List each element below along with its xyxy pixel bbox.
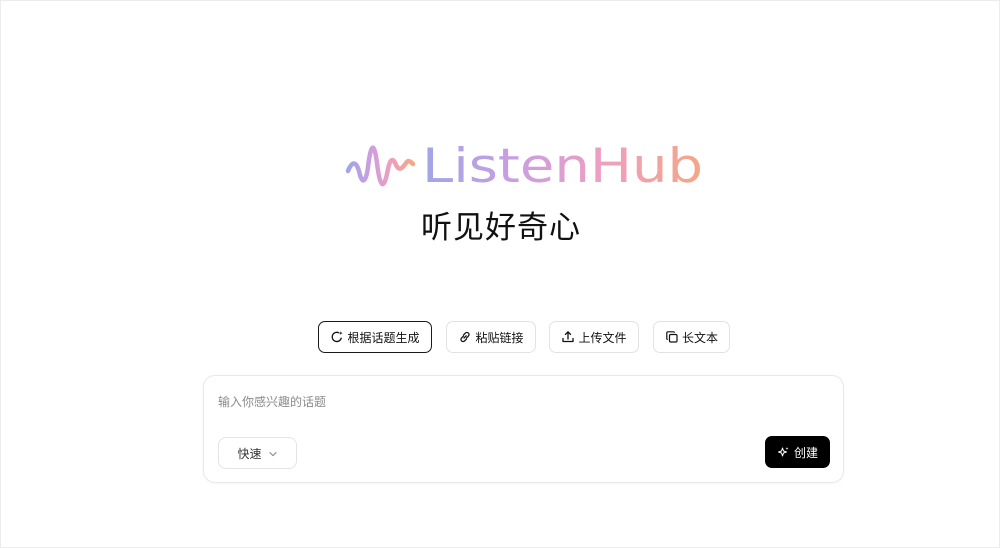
source-tabs: 根据话题生成 粘贴链接 上传文件 长文本 <box>1 321 1000 353</box>
tab-paste-link[interactable]: 粘贴链接 <box>446 321 536 353</box>
mode-dropdown-label: 快速 <box>237 446 262 461</box>
link-icon <box>458 330 472 344</box>
tab-long-text[interactable]: 长文本 <box>653 321 730 353</box>
chevron-down-icon <box>268 448 278 458</box>
copy-icon <box>665 330 679 344</box>
mode-dropdown[interactable]: 快速 <box>218 437 297 469</box>
upload-icon <box>561 330 575 344</box>
tab-topic[interactable]: 根据话题生成 <box>318 321 432 353</box>
brand-tagline: 听见好奇心 <box>421 210 581 246</box>
topic-input[interactable] <box>218 392 818 412</box>
brand-wordmark: ListenHub <box>422 139 703 194</box>
tab-upload-file-label: 上传文件 <box>578 330 627 345</box>
sound-wave-icon <box>345 145 416 187</box>
sparkles-icon <box>777 446 790 459</box>
topic-composer: 快速 创建 <box>203 375 844 483</box>
tab-upload-file[interactable]: 上传文件 <box>549 321 639 353</box>
tab-topic-label: 根据话题生成 <box>347 330 420 345</box>
sparkle-refresh-icon <box>330 330 344 344</box>
listenhub-home: ListenHub 听见好奇心 根据话题生成 粘贴链接 上传文件 长文本 输入你… <box>0 0 1000 548</box>
tab-paste-link-label: 粘贴链接 <box>475 330 524 345</box>
create-button-label: 创建 <box>793 445 818 460</box>
listenhub-logo: ListenHub <box>345 139 703 194</box>
create-button[interactable]: 创建 <box>765 436 830 468</box>
tab-long-text-label: 长文本 <box>681 330 718 345</box>
